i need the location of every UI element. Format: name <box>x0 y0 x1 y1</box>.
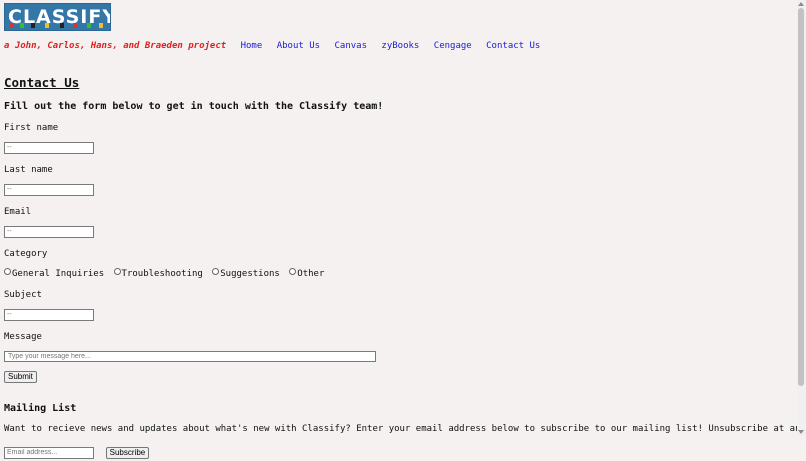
category-options: General Inquiries Troubleshooting Sugges… <box>4 268 794 279</box>
radio-icon[interactable] <box>289 268 297 275</box>
nav-cengage[interactable]: Cengage <box>434 41 472 51</box>
page: CLASSIFY a John, Carlos, Hans, and Braed… <box>4 3 806 461</box>
mailing-list-description: Want to recieve news and updates about w… <box>4 424 806 434</box>
last-name-input[interactable] <box>4 184 94 196</box>
page-title: Contact Us <box>4 75 80 90</box>
message-label: Message <box>4 332 42 342</box>
logo-decoration <box>5 21 110 28</box>
category-option-troubleshooting[interactable]: Troubleshooting <box>113 268 203 279</box>
nav-canvas[interactable]: Canvas <box>334 41 367 51</box>
subscribe-email-input[interactable] <box>4 446 94 459</box>
scrollbar-thumb[interactable] <box>798 8 804 386</box>
category-option-other[interactable]: Other <box>289 268 324 279</box>
nav-contact-us[interactable]: Contact Us <box>486 41 540 51</box>
subscribe-button[interactable]: Subscribe <box>105 446 150 459</box>
tagline: a John, Carlos, Hans, and Braeden projec… <box>4 41 227 51</box>
mailing-list-heading: Mailing List <box>4 403 77 414</box>
email-label: Email <box>4 207 32 217</box>
last-name-label: Last name <box>4 165 53 175</box>
radio-icon[interactable] <box>212 268 220 275</box>
message-input[interactable] <box>4 351 376 362</box>
classify-logo[interactable]: CLASSIFY <box>4 3 111 31</box>
submit-button[interactable]: Submit <box>4 371 37 383</box>
nav-bar: a John, Carlos, Hans, and Braeden projec… <box>4 41 794 51</box>
scroll-up-icon[interactable] <box>798 2 804 6</box>
category-option-suggestions[interactable]: Suggestions <box>212 268 280 279</box>
contact-intro: Fill out the form below to get in touch … <box>4 101 384 112</box>
category-option-general[interactable]: General Inquiries <box>4 268 104 279</box>
scroll-down-icon[interactable] <box>798 430 804 434</box>
nav-zybooks[interactable]: zyBooks <box>381 41 419 51</box>
nav-about-us[interactable]: About Us <box>277 41 320 51</box>
subject-label: Subject <box>4 290 42 300</box>
first-name-input[interactable] <box>4 142 94 154</box>
category-label: Category <box>4 249 48 259</box>
radio-icon[interactable] <box>113 268 121 275</box>
subscribe-row: Subscribe <box>4 442 794 461</box>
radio-icon[interactable] <box>4 268 11 275</box>
subject-input[interactable] <box>4 309 94 321</box>
nav-home[interactable]: Home <box>241 41 263 51</box>
first-name-label: First name <box>4 123 59 133</box>
email-input[interactable] <box>4 226 94 238</box>
page-scrollbar[interactable] <box>797 0 806 436</box>
